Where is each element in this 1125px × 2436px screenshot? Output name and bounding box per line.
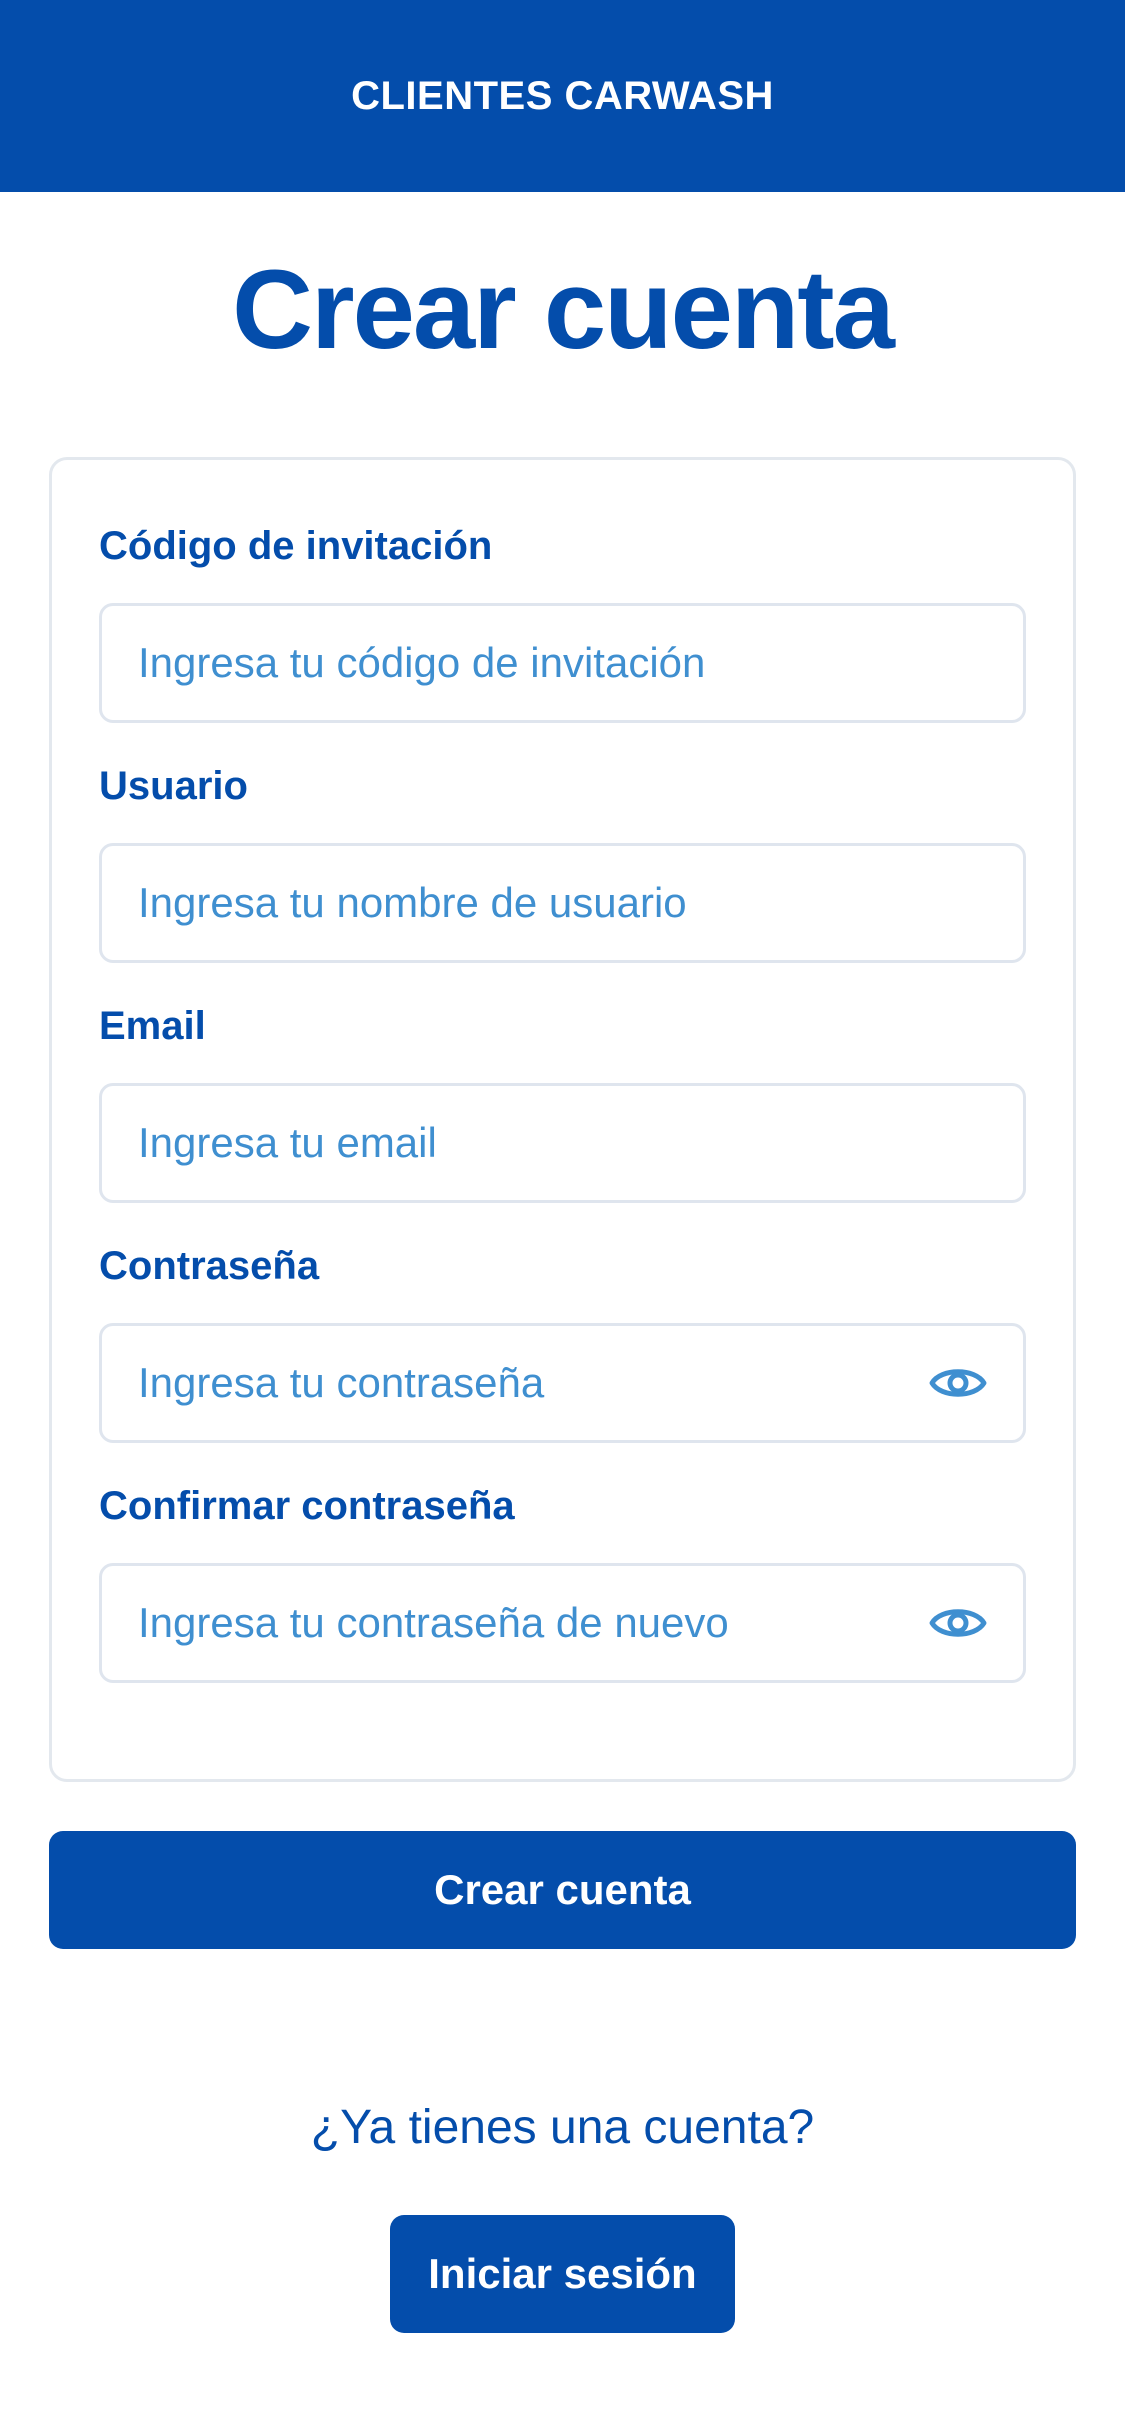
- email-input[interactable]: Ingresa tu email: [99, 1083, 1026, 1203]
- page-title: Crear cuenta: [232, 247, 895, 372]
- have-account-prompt: ¿Ya tienes una cuenta?: [310, 2101, 815, 2154]
- username-placeholder: Ingresa tu nombre de usuario: [138, 879, 687, 926]
- invitation-code-input[interactable]: Ingresa tu código de invitación: [99, 603, 1026, 723]
- confirm-password-label: Confirmar contraseña: [99, 1484, 515, 1528]
- eye-icon[interactable]: [929, 1603, 987, 1643]
- create-account-button[interactable]: Crear cuenta: [49, 1831, 1076, 1949]
- email-placeholder: Ingresa tu email: [138, 1119, 437, 1166]
- email-label: Email: [99, 1004, 206, 1048]
- confirm-password-input[interactable]: Ingresa tu contraseña de nuevo: [99, 1563, 1026, 1683]
- confirm-password-placeholder: Ingresa tu contraseña de nuevo: [138, 1599, 729, 1646]
- eye-icon[interactable]: [929, 1363, 987, 1403]
- invitation-code-placeholder: Ingresa tu código de invitación: [138, 639, 706, 686]
- password-label: Contraseña: [99, 1244, 320, 1288]
- username-label: Usuario: [99, 764, 248, 808]
- app-title: CLIENTES CARWASH: [351, 73, 774, 118]
- invitation-code-label: Código de invitación: [99, 524, 493, 568]
- login-button[interactable]: Iniciar sesión: [390, 2215, 735, 2333]
- password-placeholder: Ingresa tu contraseña: [138, 1359, 545, 1406]
- app-header: CLIENTES CARWASH: [0, 0, 1125, 192]
- username-input[interactable]: Ingresa tu nombre de usuario: [99, 843, 1026, 963]
- password-input[interactable]: Ingresa tu contraseña: [99, 1323, 1026, 1443]
